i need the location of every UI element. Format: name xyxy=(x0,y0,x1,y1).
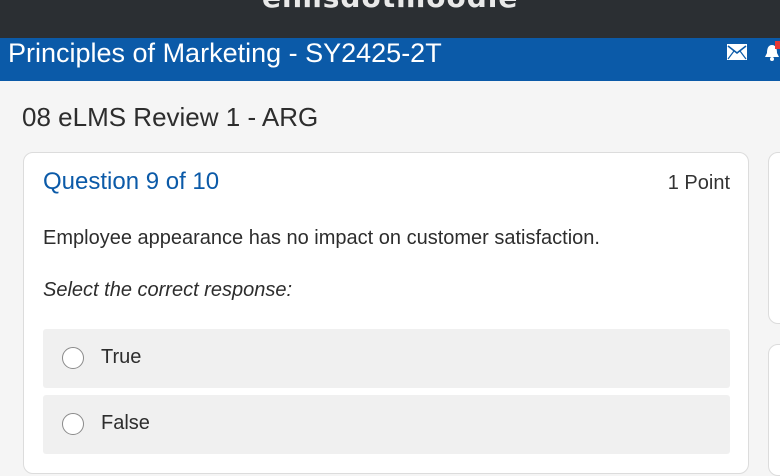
course-title[interactable]: Principles of Marketing - SY2425-2T xyxy=(8,38,442,68)
course-header-bar: Principles of Marketing - SY2425-2T xyxy=(0,38,780,81)
bell-icon[interactable] xyxy=(764,41,780,63)
answer-option-label: False xyxy=(101,412,150,434)
question-instruction: Select the correct response: xyxy=(43,279,293,301)
mail-icon[interactable] xyxy=(727,44,747,60)
question-number: Question 9 of 10 xyxy=(43,168,220,195)
next-question-card-edge xyxy=(768,152,780,324)
radio-button-icon[interactable] xyxy=(62,347,84,369)
answer-option-false[interactable]: False xyxy=(43,395,730,454)
answer-option-label: True xyxy=(101,346,142,368)
radio-button-icon[interactable] xyxy=(62,413,84,435)
brand-logo-text: elmsdotmoodle xyxy=(262,0,518,14)
question-points: 1 Point xyxy=(667,172,730,194)
question-text: Employee appearance has no impact on cus… xyxy=(43,227,600,249)
answer-option-true[interactable]: True xyxy=(43,329,730,388)
page-title: 08 eLMS Review 1 - ARG xyxy=(22,102,319,132)
question-card: Question 9 of 10 1 Point Employee appear… xyxy=(23,152,749,474)
top-app-bar: elmsdotmoodle xyxy=(0,0,780,38)
next-question-card-edge xyxy=(768,344,780,476)
